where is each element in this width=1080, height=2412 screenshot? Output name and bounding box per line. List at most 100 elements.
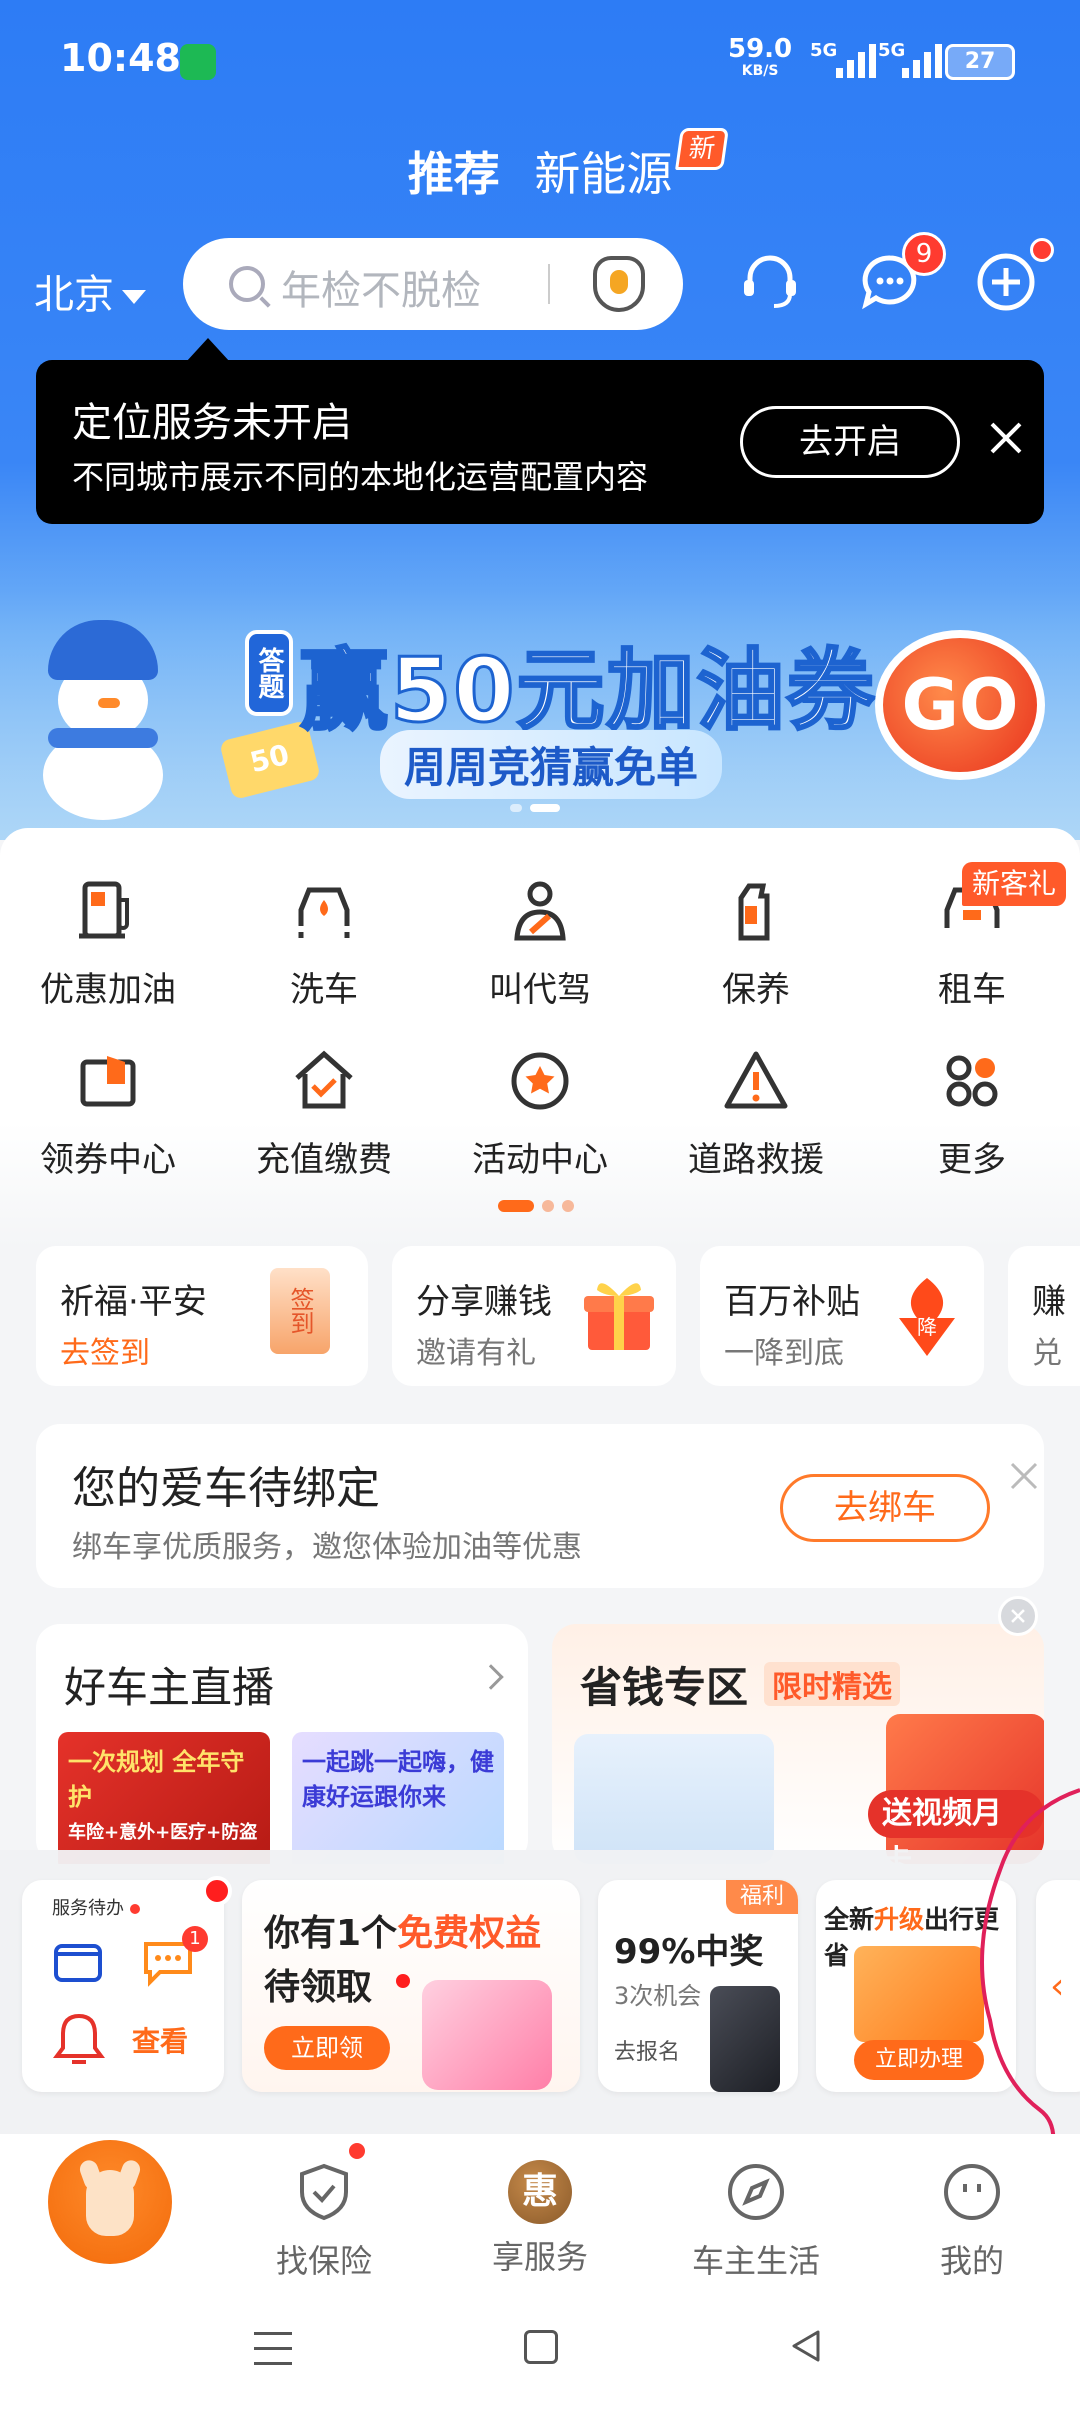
- todo-header: 服务待办: [52, 1894, 140, 1920]
- service-fuel[interactable]: 优惠加油: [0, 876, 216, 1011]
- quick-card-sub: 兑: [1032, 1336, 1062, 1371]
- home-tab[interactable]: [48, 2140, 172, 2264]
- snowman-illustration: [28, 620, 178, 820]
- tab-mine[interactable]: 我的: [892, 2160, 1052, 2282]
- fuel-pump-icon: [79, 881, 129, 939]
- system-nav-bar: [0, 2294, 1080, 2412]
- live-thumbnail-title: 一次规划 全年守护: [68, 1748, 245, 1811]
- quick-card-title: 祈福·平安: [60, 1282, 207, 1322]
- lottery-title: 99%中奖: [614, 1932, 764, 1972]
- service-maintenance[interactable]: 保养: [648, 876, 864, 1011]
- back-triangle-icon[interactable]: [786, 2326, 826, 2366]
- live-thumbnail-sub: 车险+意外+医疗+防盗: [68, 1822, 258, 1843]
- todo-badge: 1: [182, 1926, 208, 1952]
- close-icon[interactable]: [998, 1596, 1038, 1636]
- driver-icon: [514, 881, 566, 941]
- search-input[interactable]: 年检不脱检: [183, 238, 683, 330]
- close-icon[interactable]: [984, 416, 1028, 460]
- service-more[interactable]: 更多: [864, 1046, 1080, 1181]
- recent-apps-icon[interactable]: [254, 2332, 292, 2366]
- service-label: 道路救援: [688, 1140, 824, 1180]
- quick-card-sub: 一降到底: [724, 1336, 844, 1371]
- customer-service-icon[interactable]: [738, 250, 802, 314]
- service-designated-driver[interactable]: 叫代驾: [432, 876, 648, 1011]
- tab-recommend[interactable]: 推荐: [408, 147, 500, 201]
- benefit-line2: 待领取: [264, 1967, 373, 2008]
- travel-card-title-a: 全新: [824, 1905, 875, 1934]
- bind-car-button[interactable]: 去绑车: [780, 1474, 990, 1542]
- lottery-tag: 福利: [725, 1880, 798, 1914]
- city-name: 北京: [34, 272, 114, 318]
- benefit-highlight: 免费权益: [397, 1913, 542, 1954]
- service-label: 充值缴费: [256, 1140, 392, 1180]
- foldable-phone-image: [710, 1986, 780, 2092]
- bell-icon: [53, 2013, 105, 2064]
- free-benefit-card[interactable]: 你有1个免费权益 待领取 立即领: [242, 1880, 580, 2092]
- banner-go-button[interactable]: GO: [875, 630, 1045, 780]
- tab-label: 享服务: [491, 2238, 588, 2276]
- star-circle-icon: [511, 1052, 569, 1110]
- service-activity-center[interactable]: 活动中心: [432, 1046, 648, 1181]
- oil-bottle-icon: [738, 883, 770, 941]
- service-car-wash[interactable]: 洗车: [216, 876, 432, 1011]
- add-icon[interactable]: [974, 250, 1038, 314]
- promo-banner[interactable]: 50 答题 赢50元加油券 周周竞猜赢免单 GO: [0, 590, 1080, 840]
- tab-new-energy[interactable]: 新能源: [534, 147, 672, 201]
- service-label: 保养: [722, 970, 790, 1010]
- search-divider: [548, 264, 550, 304]
- signal-bars-icon: [836, 42, 876, 78]
- service-label: 洗车: [290, 970, 358, 1010]
- lottery-signup-link[interactable]: 去报名: [614, 2034, 680, 2066]
- todo-view-link[interactable]: 查看: [132, 2020, 188, 2060]
- service-coupon-center[interactable]: 领券中心: [0, 1046, 216, 1181]
- status-bar: 10:48 59.0 KB/S 5G 5G 27: [0, 0, 1080, 120]
- location-tooltip: 定位服务未开启 不同城市展示不同的本地化运营配置内容 去开启: [36, 338, 1044, 524]
- enable-location-button[interactable]: 去开启: [740, 406, 960, 478]
- close-icon[interactable]: [1008, 1460, 1040, 1492]
- quick-card-share[interactable]: 分享赚钱 邀请有礼: [392, 1246, 676, 1386]
- service-label: 领券中心: [40, 1140, 176, 1180]
- quick-card-subsidy[interactable]: 百万补贴 一降到底 降: [700, 1246, 984, 1386]
- quick-card-earn[interactable]: 赚 兑: [1008, 1246, 1080, 1386]
- insurance-notification-dot: [346, 2140, 368, 2162]
- tab-label: 找保险: [275, 2242, 372, 2280]
- quick-card-checkin[interactable]: 祈福·平安 去签到 签到: [36, 1246, 368, 1386]
- battery-icon: 27: [945, 44, 1015, 80]
- banner-headline: 赢50元加油券: [298, 638, 877, 744]
- new-badge: 新: [675, 128, 729, 170]
- live-thumbnail-title: 一起跳一起嗨，健康好运跟你来: [302, 1748, 494, 1811]
- status-time: 10:48: [60, 36, 181, 80]
- service-label: 活动中心: [472, 1140, 608, 1180]
- bind-car-desc: 绑车享优质服务，邀您体验加油等优惠: [72, 1530, 582, 1565]
- voice-search-icon[interactable]: [593, 256, 645, 312]
- hui-glyph: 惠: [508, 2160, 572, 2224]
- tab-insurance[interactable]: 找保险: [244, 2160, 404, 2282]
- tab-car-life[interactable]: 车主生活: [676, 2160, 836, 2282]
- live-stream-card[interactable]: 好车主直播 一次规划 全年守护 车险+意外+医疗+防盗 一起跳一起嗨，健康好运跟…: [36, 1624, 528, 1864]
- live-thumbnail[interactable]: 一次规划 全年守护 车险+意外+医疗+防盗: [58, 1732, 270, 1864]
- quick-card-title: 分享赚钱: [416, 1282, 552, 1322]
- claim-now-button[interactable]: 立即领: [264, 2026, 390, 2070]
- tab-label: 车主生活: [691, 2242, 820, 2280]
- search-placeholder: 年检不脱检: [281, 268, 481, 314]
- chevron-right-icon[interactable]: [478, 1664, 504, 1690]
- floating-card-row: 服务待办 1 查看 你有1个免费权益 待领取 立即领 福利 99%中奖 3次机会…: [0, 1850, 1080, 2134]
- shield-check-icon: [300, 2163, 348, 2221]
- new-customer-badge: 新客礼: [962, 862, 1067, 906]
- home-square-icon[interactable]: [524, 2330, 558, 2364]
- service-label: 更多: [938, 1140, 1006, 1180]
- gift-box-illustration: [422, 1980, 552, 2090]
- banner-pagination: [510, 804, 560, 812]
- todo-card[interactable]: 服务待办 1 查看: [22, 1880, 224, 2092]
- compass-icon: [728, 2164, 784, 2220]
- top-tabs: 推荐 新能源: [0, 138, 1080, 204]
- lottery-card[interactable]: 福利 99%中奖 3次机会 去报名: [598, 1880, 798, 2092]
- service-road-rescue[interactable]: 道路救援: [648, 1046, 864, 1181]
- checkin-link[interactable]: 去签到: [60, 1328, 150, 1372]
- city-selector[interactable]: 北京: [34, 262, 146, 320]
- gift-box-icon: [584, 1283, 654, 1350]
- service-recharge[interactable]: 充值缴费: [216, 1046, 432, 1181]
- tab-label: 我的: [939, 2242, 1004, 2280]
- wallet-icon: [80, 1056, 136, 1107]
- live-thumbnail[interactable]: 一起跳一起嗨，健康好运跟你来: [292, 1732, 504, 1864]
